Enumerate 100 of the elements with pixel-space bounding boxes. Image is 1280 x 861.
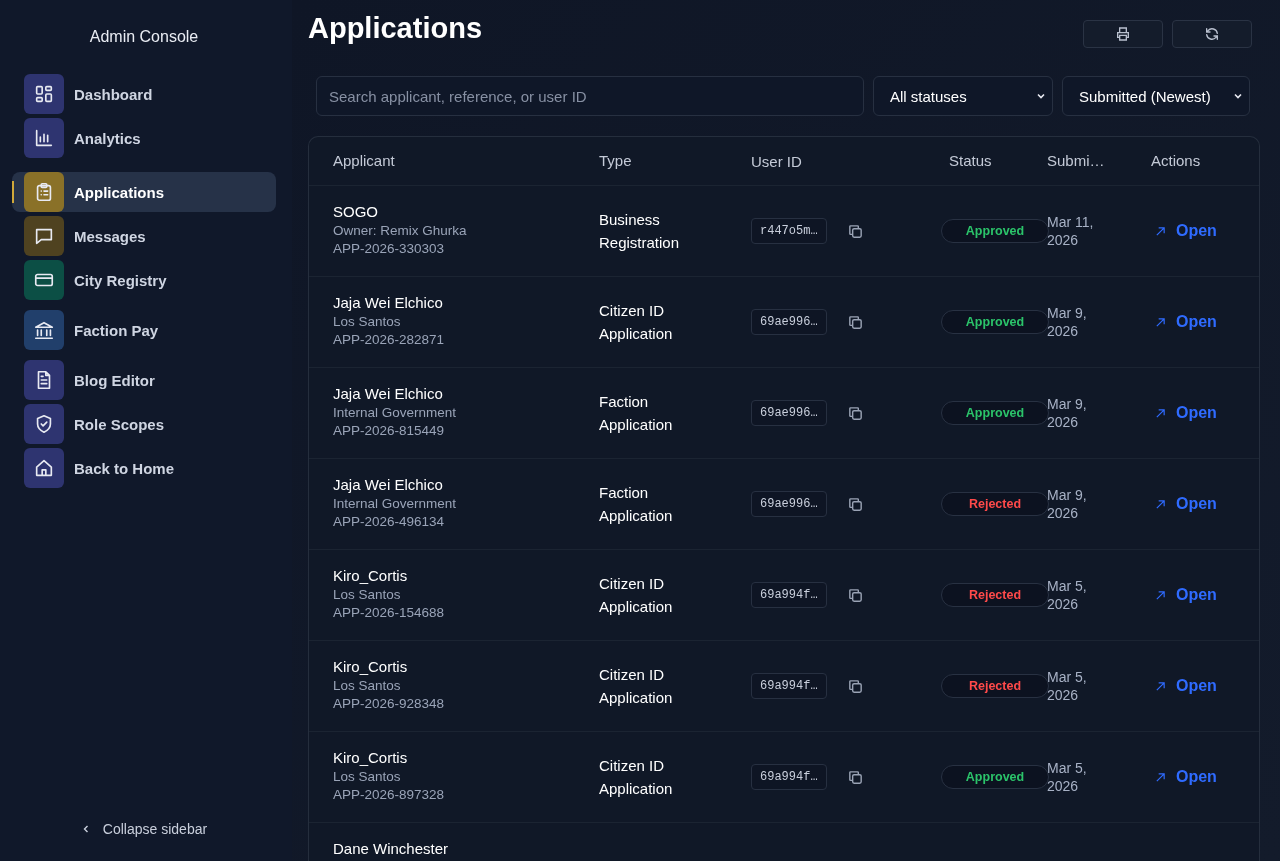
home-icon <box>33 457 55 479</box>
sidebar-item[interactable]: Back to Home <box>12 448 276 488</box>
copy-icon[interactable] <box>846 768 864 786</box>
arrow-up-right-icon <box>1155 680 1166 692</box>
app-title: Admin Console <box>88 28 200 47</box>
column-header: Submi… <box>1047 152 1105 169</box>
application-type: Citizen ID Application <box>599 756 674 799</box>
arrow-up-right-icon <box>1155 407 1166 419</box>
status-badge: Rejected <box>941 674 1049 698</box>
user-id: r447o5m… <box>751 218 827 244</box>
status-badge: Approved <box>941 310 1049 334</box>
page-title: Applications <box>308 12 482 45</box>
copy-icon[interactable] <box>846 677 864 695</box>
applicant-detail: Internal Government <box>333 495 458 513</box>
sidebar-item[interactable]: City Registry <box>12 260 276 300</box>
user-id: 69ae996… <box>751 491 827 517</box>
open-link[interactable]: Open <box>1155 677 1259 695</box>
copy-icon[interactable] <box>846 222 864 240</box>
copy-icon[interactable] <box>846 313 864 331</box>
reference-number: APP-2026-897328 <box>333 786 446 804</box>
arrow-up-right-icon <box>1155 771 1166 783</box>
user-id: 69ae996… <box>751 309 827 335</box>
open-link[interactable]: Open <box>1155 495 1259 513</box>
print-button[interactable] <box>1083 20 1163 48</box>
open-link[interactable]: Open <box>1155 768 1259 786</box>
open-link[interactable]: Open <box>1155 313 1259 331</box>
sidebar-item[interactable]: Role Scopes <box>12 404 276 444</box>
reference-number: APP-2026-496134 <box>333 513 446 531</box>
user-id: 69a994f… <box>751 673 827 699</box>
grid-icon <box>33 83 55 105</box>
submitted-date: Mar 9, 2026 <box>1047 304 1088 340</box>
reference-number: APP-2026-815449 <box>333 422 446 440</box>
application-type: Citizen ID Application <box>599 574 674 617</box>
status-badge: Approved <box>941 401 1049 425</box>
sidebar-item[interactable]: Messages <box>12 216 276 256</box>
copy-icon[interactable] <box>846 495 864 513</box>
applicant-name: Kiro_Cortis <box>333 658 409 675</box>
applicant-detail: Los Santos <box>333 677 402 695</box>
refresh-button[interactable] <box>1172 20 1252 48</box>
applicant-detail: Owner: Remix Ghurka <box>333 222 468 240</box>
applicant-name: Kiro_Cortis <box>333 749 409 766</box>
application-type: Business Registration <box>599 210 681 253</box>
arrow-up-right-icon <box>1155 498 1166 510</box>
arrow-up-right-icon <box>1155 316 1166 328</box>
open-link[interactable]: Open <box>1155 404 1259 422</box>
sidebar-item[interactable]: Blog Editor <box>12 360 276 400</box>
arrow-up-right-icon <box>1155 225 1166 237</box>
application-type: Citizen ID Application <box>599 301 674 344</box>
column-header: Actions <box>1151 152 1201 169</box>
sort-dropdown[interactable]: Submitted (Newest) <box>1062 76 1250 116</box>
applicant-name: Kiro_Cortis <box>333 567 409 584</box>
submitted-date: Mar 5, 2026 <box>1047 668 1088 704</box>
applicant-detail: Los Santos <box>333 768 402 786</box>
open-link[interactable]: Open <box>1155 586 1259 604</box>
sidebar-item[interactable]: Analytics <box>12 118 276 158</box>
submitted-date: Mar 5, 2026 <box>1047 759 1088 795</box>
sidebar-item[interactable]: Faction Pay <box>12 310 276 350</box>
applicant-name: Jaja Wei Elchico <box>333 385 444 402</box>
reference-number: APP-2026-928348 <box>333 695 446 713</box>
applicant-name: Jaja Wei Elchico <box>333 476 444 493</box>
user-id: 69ae996… <box>751 400 827 426</box>
chevron-down-icon <box>1233 91 1243 101</box>
bar-chart-icon <box>33 127 55 149</box>
submitted-date: Mar 9, 2026 <box>1047 395 1088 431</box>
reference-number: APP-2026-282871 <box>333 331 446 349</box>
print-icon <box>1115 26 1131 42</box>
application-type: Faction Application <box>599 392 674 435</box>
copy-icon[interactable] <box>846 404 864 422</box>
user-id: 69a994f… <box>751 582 827 608</box>
column-header: Status <box>949 152 992 169</box>
column-header: Applicant <box>333 152 395 169</box>
submitted-date: Mar 5, 2026 <box>1047 577 1088 613</box>
status-dropdown[interactable]: All statuses <box>873 76 1053 116</box>
refresh-icon <box>1204 26 1220 42</box>
status-badge: Approved <box>941 219 1049 243</box>
collapse-sidebar-button[interactable]: Collapse sidebar <box>80 821 208 837</box>
applicant-detail: Internal Government <box>333 404 458 422</box>
chevron-down-icon <box>1036 91 1046 101</box>
submitted-date: Mar 11, 2026 <box>1047 213 1095 249</box>
column-header: User ID <box>751 152 802 170</box>
application-type: Faction Application <box>599 483 674 526</box>
sidebar-item[interactable]: Dashboard <box>12 74 276 114</box>
status-badge: Approved <box>941 765 1049 789</box>
arrow-up-right-icon <box>1155 589 1166 601</box>
application-type: Citizen ID Application <box>599 665 674 708</box>
status-badge: Rejected <box>941 583 1049 607</box>
applicant-detail: Los Santos <box>333 586 402 604</box>
copy-icon[interactable] <box>846 586 864 604</box>
applicant-name: Jaja Wei Elchico <box>333 294 444 311</box>
open-link[interactable]: Open <box>1155 222 1259 240</box>
bank-icon <box>33 319 55 341</box>
status-badge: Rejected <box>941 492 1049 516</box>
user-id: 69a994f… <box>751 764 827 790</box>
search-field[interactable]: Search applicant, reference, or user ID <box>316 76 864 116</box>
submitted-date: Mar 9, 2026 <box>1047 486 1088 522</box>
reference-number: APP-2026-154688 <box>333 604 446 622</box>
sidebar-item[interactable]: Applications <box>12 172 276 212</box>
applicant-name: Dane Winchester <box>333 840 450 857</box>
column-header: Type <box>599 152 632 169</box>
reference-number: APP-2026-330303 <box>333 240 446 258</box>
